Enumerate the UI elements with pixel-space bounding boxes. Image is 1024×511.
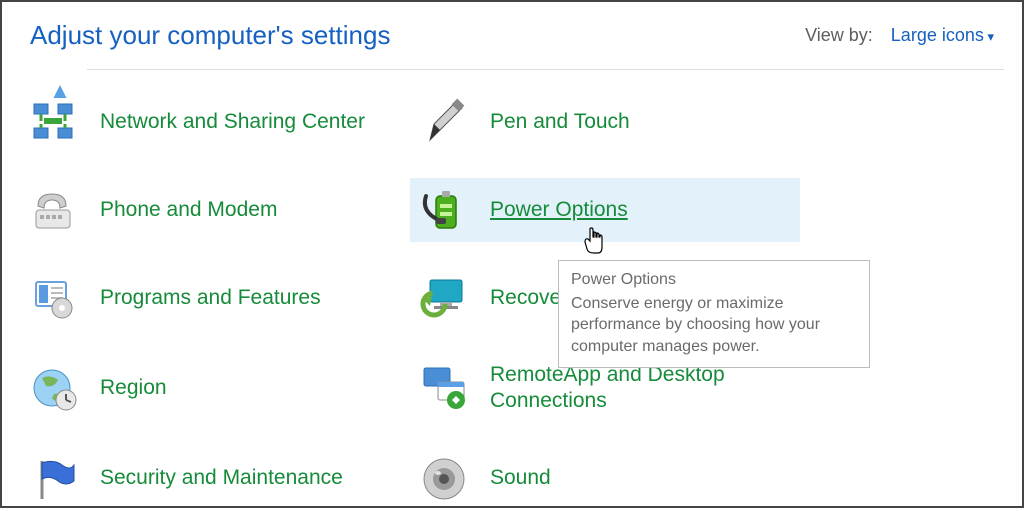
battery-icon [420, 186, 468, 234]
phone-icon [30, 186, 78, 234]
item-security-maintenance[interactable]: Security and Maintenance [20, 447, 410, 511]
programs-icon [30, 274, 78, 322]
region-icon [30, 364, 78, 412]
view-by-group: View by: Large icons [805, 25, 994, 46]
item-label: Network and Sharing Center [100, 109, 365, 135]
speaker-icon [420, 455, 468, 503]
item-network-sharing[interactable]: Network and Sharing Center [20, 90, 410, 154]
remote-icon [420, 364, 468, 412]
recovery-icon [420, 274, 468, 322]
item-label: Pen and Touch [490, 109, 630, 135]
item-label: Security and Maintenance [100, 465, 343, 491]
flag-icon [30, 455, 78, 503]
item-label: Sound [490, 465, 551, 491]
item-phone-modem[interactable]: Phone and Modem [20, 178, 410, 242]
view-by-label: View by: [805, 25, 873, 46]
item-label: Power Options [490, 197, 628, 223]
item-label: Region [100, 375, 167, 401]
header: Adjust your computer's settings View by:… [2, 2, 1022, 69]
item-programs-features[interactable]: Programs and Features [20, 266, 410, 330]
item-region[interactable]: Region [20, 354, 410, 423]
tooltip-body: Conserve energy or maximize performance … [571, 293, 857, 358]
item-label: RemoteApp and Desktop Connections [490, 362, 790, 415]
page-title: Adjust your computer's settings [30, 20, 390, 51]
pen-icon [420, 98, 468, 146]
cursor-pointer-icon [582, 227, 606, 260]
item-pen-touch[interactable]: Pen and Touch [410, 90, 800, 154]
view-by-dropdown[interactable]: Large icons [891, 25, 994, 46]
network-icon [30, 98, 78, 146]
item-label: Programs and Features [100, 285, 321, 311]
item-sound[interactable]: Sound [410, 447, 800, 511]
tooltip-title: Power Options [571, 269, 857, 291]
item-label: Phone and Modem [100, 197, 277, 223]
tooltip: Power Options Conserve energy or maximiz… [558, 260, 870, 368]
